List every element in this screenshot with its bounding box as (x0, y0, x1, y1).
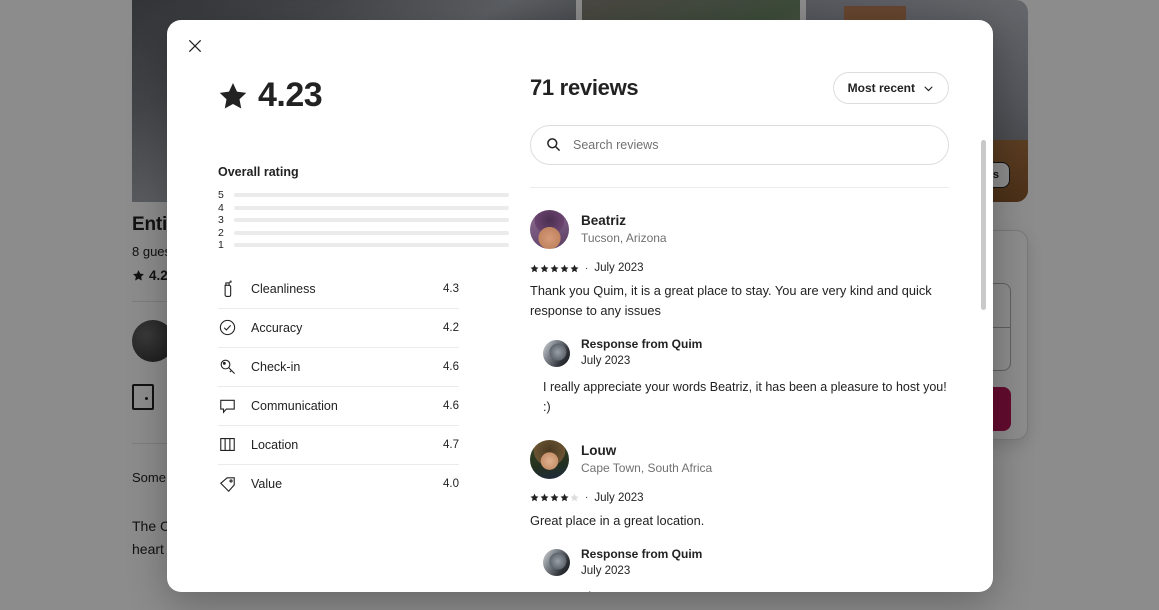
distribution-track (234, 230, 509, 235)
search-reviews-wrap (530, 125, 949, 165)
host-response-header: Response from Quim July 2023 (543, 547, 949, 579)
review-item: Louw Cape Town, South Africa · July 2023… (530, 439, 949, 592)
meta-separator: · (585, 262, 589, 274)
meta-separator: · (585, 492, 589, 504)
category-label: Check-in (251, 359, 301, 374)
category-label: Cleanliness (251, 281, 316, 296)
host-response-header: Response from Quim July 2023 (543, 337, 949, 369)
category-row-accuracy: Accuracy 4.2 (218, 309, 459, 348)
category-row-value: Value 4.0 (218, 465, 459, 504)
distribution-star-label: 3 (218, 214, 224, 227)
overall-rating-label: Overall rating (218, 165, 299, 179)
distribution-star-label: 5 (218, 189, 224, 202)
distribution-track (234, 193, 509, 198)
distribution-star-label: 1 (218, 239, 224, 252)
category-row-checkin: Check-in 4.6 (218, 348, 459, 387)
check-circle-icon (219, 319, 236, 336)
search-input[interactable] (530, 125, 949, 165)
map-icon (220, 438, 235, 451)
star-icon (219, 82, 247, 108)
distribution-row: 3 (218, 214, 510, 227)
distribution-row: 2 (218, 227, 510, 240)
overall-score: 4.23 (258, 76, 323, 114)
key-icon (220, 359, 236, 375)
sort-dropdown[interactable]: Most recent (832, 72, 949, 104)
distribution-track (234, 243, 509, 248)
avatar (530, 210, 569, 249)
star-rating (530, 493, 579, 502)
review-text: Great place in a great location. (530, 512, 705, 528)
distribution-star-label: 2 (218, 226, 224, 239)
search-icon (547, 138, 561, 152)
host-response-text: Was a pleasure! (543, 588, 949, 592)
host-response-author: Response from Quim (581, 547, 703, 562)
category-label: Accuracy (251, 320, 303, 335)
divider (530, 187, 949, 188)
category-row-communication: Communication 4.6 (218, 387, 459, 426)
avatar (543, 549, 570, 577)
category-value: 4.2 (443, 321, 459, 334)
reviewer-location: Tucson, Arizona (581, 230, 667, 245)
category-row-cleanliness: Cleanliness 4.3 (218, 270, 459, 309)
review-date: July 2023 (594, 491, 644, 504)
reviewer-location: Cape Town, South Africa (581, 460, 713, 475)
avatar (543, 339, 570, 367)
reviews-header: 71 reviews Most recent (530, 72, 949, 104)
category-label: Value (251, 477, 283, 491)
spray-bottle-icon (224, 280, 232, 297)
close-x-glyph (188, 39, 202, 53)
distribution-star-label: 4 (218, 201, 224, 214)
host-response-date: July 2023 (581, 355, 631, 368)
close-icon[interactable] (179, 30, 211, 62)
distribution-row: 4 (218, 202, 510, 215)
category-value: 4.3 (443, 282, 459, 295)
category-label: Location (251, 437, 299, 452)
host-response-text: I really appreciate your words Beatriz, … (543, 380, 947, 414)
avatar (530, 439, 569, 479)
category-value: 4.6 (443, 399, 459, 412)
reviews-pane: 71 reviews Most recent Search reviews Be… (510, 20, 993, 592)
rating-distribution: 5 4 3 2 1 (218, 189, 510, 252)
host-response-date: July 2023 (581, 564, 631, 577)
tag-icon (219, 476, 235, 492)
reviewer-row[interactable]: Louw Cape Town, South Africa (530, 439, 949, 479)
page-root: Show all photos Entire rental unit in Ba… (0, 0, 1159, 610)
review-item: Beatriz Tucson, Arizona · July 2023 Than… (530, 210, 949, 417)
star-rating (530, 264, 579, 273)
review-meta: · July 2023 (530, 492, 949, 504)
host-response-author: Response from Quim (581, 337, 703, 352)
distribution-track (234, 205, 509, 210)
reviews-list: Beatriz Tucson, Arizona · July 2023 Than… (530, 210, 949, 592)
reviewer-name: Louw (581, 443, 617, 459)
host-response: Response from Quim July 2023 I really ap… (530, 337, 949, 416)
reviewer-row[interactable]: Beatriz Tucson, Arizona (530, 210, 949, 249)
category-value: 4.6 (443, 360, 459, 373)
reviews-scrollbar[interactable] (981, 140, 986, 310)
reviews-count-heading: 71 reviews (530, 75, 639, 100)
sort-selected-label: Most recent (847, 81, 915, 95)
distribution-row: 5 (218, 189, 510, 202)
speech-bubble-icon (220, 399, 235, 414)
chevron-down-icon (924, 86, 933, 91)
ratings-pane: 4.23 Overall rating 5 4 3 2 1 Cleanlines… (167, 20, 510, 592)
distribution-track (234, 218, 509, 223)
distribution-row: 1 (218, 239, 510, 252)
reviewer-name: Beatriz (581, 213, 627, 229)
category-value: 4.0 (443, 478, 459, 490)
overall-score-row: 4.23 (218, 76, 510, 115)
review-date: July 2023 (594, 262, 644, 274)
review-meta: · July 2023 (530, 262, 949, 274)
review-text: Thank you Quim, it is a great place to s… (530, 283, 932, 319)
category-ratings: Cleanliness 4.3 Accuracy 4.2 Check-in 4.… (218, 270, 459, 504)
reviews-modal: 4.23 Overall rating 5 4 3 2 1 Cleanlines… (167, 20, 993, 592)
category-label: Communication (251, 398, 338, 413)
host-response: Response from Quim July 2023 Was a pleas… (530, 547, 949, 592)
category-row-location: Location 4.7 (218, 426, 459, 465)
category-value: 4.7 (443, 438, 459, 451)
